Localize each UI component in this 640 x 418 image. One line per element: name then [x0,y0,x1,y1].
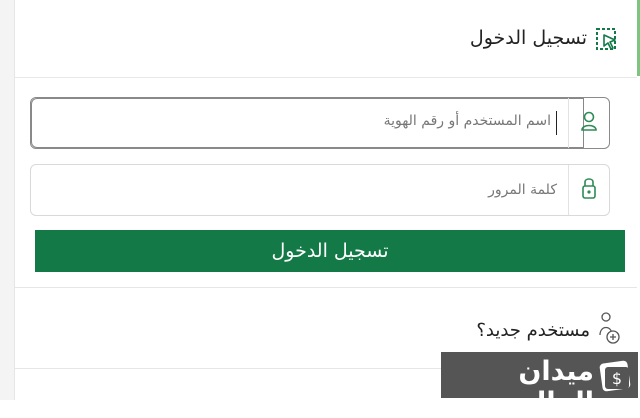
password-icon-cell [568,165,609,215]
password-placeholder: كلمة المرور [488,182,557,198]
username-field[interactable]: اسم المستخدم أو رقم الهوية [30,97,610,149]
svg-text:$: $ [612,369,622,388]
new-user-link[interactable]: مستخدم جديد؟ [476,320,590,341]
text-caret [556,111,557,135]
add-user-icon[interactable] [598,309,620,347]
watermark-logo: ميدان المال $ [441,352,638,418]
dashed-cursor-icon [595,26,619,54]
login-button[interactable]: تسجيل الدخول [35,230,625,272]
lock-icon [581,176,597,204]
user-icon [580,110,598,136]
password-field[interactable]: كلمة المرور [30,164,610,216]
login-header: تسجيل الدخول [15,0,637,78]
section-divider [15,287,637,288]
page-title: تسجيل الدخول [469,27,587,49]
wallet-icon: $ [598,356,634,394]
watermark-text: ميدان المال [518,356,594,418]
username-icon-cell [568,98,609,148]
username-placeholder: اسم المستخدم أو رقم الهوية [383,113,551,129]
left-gutter [0,0,15,400]
